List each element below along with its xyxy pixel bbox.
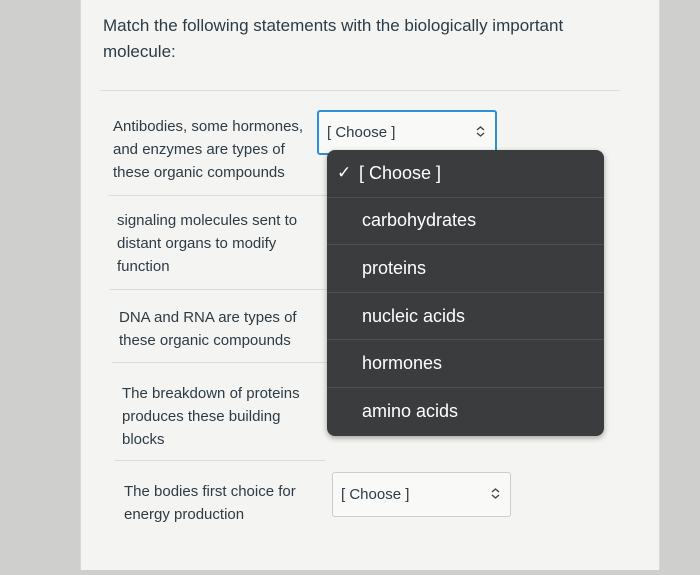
answer-dropdown-list: ✓ [ Choose ] carbohydrates proteins nucl… <box>327 150 604 436</box>
updown-chevron-icon <box>476 125 485 140</box>
answer-select-1-value: [ Choose ] <box>327 124 396 141</box>
divider <box>108 195 328 196</box>
dropdown-option-carbohydrates[interactable]: carbohydrates <box>327 198 604 246</box>
dropdown-option-label: carbohydrates <box>362 210 477 231</box>
divider <box>110 289 330 290</box>
divider <box>112 362 330 363</box>
dropdown-option-label: hormones <box>362 353 443 374</box>
divider <box>115 460 325 461</box>
checkmark-icon: ✓ <box>337 163 352 183</box>
statement-1: Antibodies, some hormones, and enzymes a… <box>113 118 304 181</box>
dropdown-option-nucleic-acids[interactable]: nucleic acids <box>327 293 604 341</box>
answer-select-1[interactable]: [ Choose ] <box>317 110 497 155</box>
dropdown-option-amino-acids[interactable]: amino acids <box>327 388 604 436</box>
statement-2: signaling molecules sent to distant orga… <box>117 212 298 275</box>
dropdown-option-choose[interactable]: ✓ [ Choose ] <box>327 150 604 198</box>
question-text: Match the following statements with the … <box>103 16 564 61</box>
dropdown-option-label: [ Choose ] <box>359 162 442 183</box>
dropdown-option-label: proteins <box>362 257 427 278</box>
updown-chevron-icon <box>491 487 500 502</box>
answer-select-5-value: [ Choose ] <box>341 486 410 503</box>
dropdown-option-proteins[interactable]: proteins <box>327 245 604 293</box>
dropdown-option-hormones[interactable]: hormones <box>327 340 604 388</box>
dropdown-option-label: amino acids <box>362 401 459 422</box>
dropdown-option-label: nucleic acids <box>362 305 466 326</box>
statement-5: The bodies first choice for energy produ… <box>124 483 296 523</box>
divider <box>100 90 620 91</box>
statement-4: The breakdown of proteins produces these… <box>122 385 300 448</box>
answer-select-5[interactable]: [ Choose ] <box>332 472 511 517</box>
statement-3: DNA and RNA are types of these organic c… <box>119 309 297 349</box>
